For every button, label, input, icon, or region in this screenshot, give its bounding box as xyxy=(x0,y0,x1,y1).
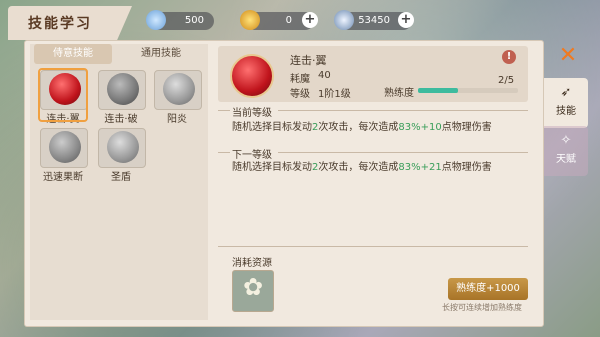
gray-shield-icon xyxy=(107,131,139,163)
divider xyxy=(278,110,528,111)
skill-icon-frame xyxy=(154,70,202,110)
tab-skill[interactable]: ➶ 技能 xyxy=(544,78,588,128)
resource-item[interactable]: ✿ xyxy=(232,270,274,312)
tab-general-skills[interactable]: 通用技能 xyxy=(118,44,204,64)
skill-icon-frame xyxy=(98,70,146,110)
cost-label: 耗魔 xyxy=(290,74,310,85)
close-icon[interactable]: ✕ xyxy=(556,44,580,68)
gray-orb-icon xyxy=(107,73,139,105)
next-level-desc: 随机选择目标发动2次攻击，每次造成83%+21点物理伤害 xyxy=(232,162,492,173)
divider xyxy=(278,152,528,153)
divider xyxy=(218,152,230,153)
skill-title: 连击·翼 xyxy=(290,54,327,67)
skill-icon-frame xyxy=(40,128,88,168)
proficiency-fill xyxy=(418,88,458,93)
gray-wing-icon xyxy=(49,131,81,163)
diamond-icon xyxy=(146,10,166,30)
level-value: 1阶1级 xyxy=(318,89,351,100)
skill-item[interactable]: 连击·翼 xyxy=(36,68,90,125)
gold-coin-icon xyxy=(240,10,260,30)
selected-skill-icon xyxy=(230,54,274,98)
cost-value: 40 xyxy=(318,70,331,81)
skill-item[interactable]: 阳炎 xyxy=(150,68,204,125)
skill-item[interactable]: 连击·破 xyxy=(94,68,148,125)
skill-name: 连击·破 xyxy=(104,114,138,125)
proficiency-value: 2/5 xyxy=(498,75,515,86)
skill-item[interactable]: 迅速果断 xyxy=(36,126,90,183)
skill-item[interactable]: 圣盾 xyxy=(94,126,148,183)
add-proficiency-button[interactable]: 熟练度+1000 xyxy=(448,278,528,300)
proficiency-label: 熟练度 xyxy=(384,88,414,99)
add-silver-button[interactable]: + xyxy=(398,12,414,28)
current-level-title: 当前等级 xyxy=(232,108,272,119)
top-bar: 技能学习 500 0 + 53450 + xyxy=(0,0,600,42)
divider xyxy=(218,110,230,111)
tab-talent[interactable]: ✧ 天赋 xyxy=(544,126,588,176)
skill-name: 迅速果断 xyxy=(43,172,83,183)
add-gold-button[interactable]: + xyxy=(302,12,318,28)
level-label: 等级 xyxy=(290,89,310,100)
white-flower-icon: ✿ xyxy=(242,273,264,301)
talent-icon: ✧ xyxy=(560,133,572,148)
skill-name: 圣盾 xyxy=(111,172,131,183)
selection-frame xyxy=(38,68,88,122)
tab-specific-skills[interactable]: 侍意技能 xyxy=(34,44,112,64)
divider xyxy=(218,246,528,247)
consume-title: 消耗资源 xyxy=(232,258,272,269)
info-icon[interactable]: ! xyxy=(502,50,516,64)
skill-icon-frame xyxy=(98,128,146,168)
page-title: 技能学习 xyxy=(28,16,92,32)
gray-wing-icon xyxy=(163,73,195,105)
current-level-desc: 随机选择目标发动2次攻击，每次造成83%+10点物理伤害 xyxy=(232,122,492,133)
proficiency-bar xyxy=(418,88,518,93)
skill-name: 阳炎 xyxy=(167,114,187,125)
skill-icon: ➶ xyxy=(560,85,572,100)
hold-hint: 长按可连续增加熟练度 xyxy=(442,303,522,312)
silver-coin-icon xyxy=(334,10,354,30)
